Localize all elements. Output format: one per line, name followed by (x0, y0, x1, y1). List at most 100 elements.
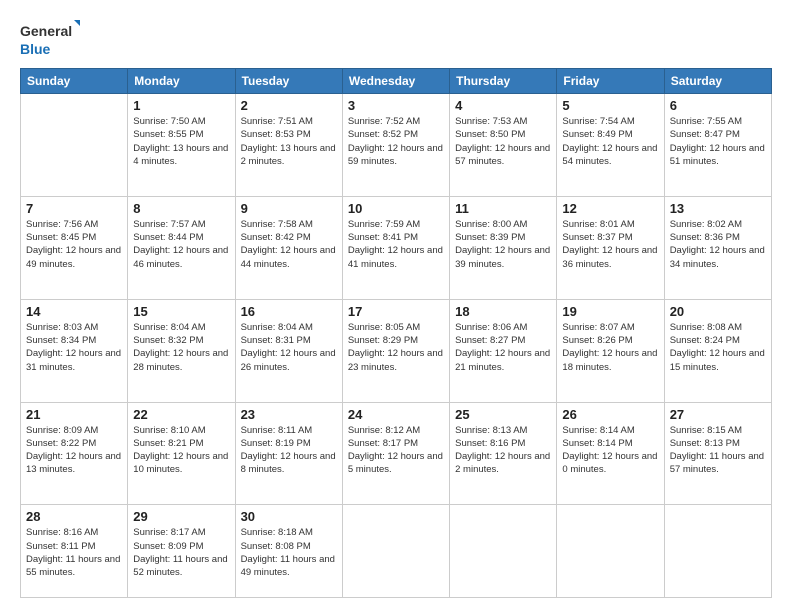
day-info: Sunrise: 8:07 AMSunset: 8:26 PMDaylight:… (562, 321, 658, 374)
day-number: 3 (348, 98, 444, 113)
day-cell (450, 505, 557, 598)
day-number: 20 (670, 304, 766, 319)
day-info: Sunrise: 8:17 AMSunset: 8:09 PMDaylight:… (133, 526, 229, 579)
week-row-1: 1 Sunrise: 7:50 AMSunset: 8:55 PMDaylight… (21, 94, 772, 197)
day-number: 17 (348, 304, 444, 319)
day-number: 22 (133, 407, 229, 422)
day-number: 18 (455, 304, 551, 319)
day-cell: 22 Sunrise: 8:10 AMSunset: 8:21 PMDayligh… (128, 402, 235, 505)
day-number: 27 (670, 407, 766, 422)
day-cell: 10 Sunrise: 7:59 AMSunset: 8:41 PMDayligh… (342, 196, 449, 299)
week-row-5: 28Sunrise: 8:16 AMSunset: 8:11 PMDayligh… (21, 505, 772, 598)
day-number: 8 (133, 201, 229, 216)
day-cell: 30 Sunrise: 8:18 AMSunset: 8:08 PMDayligh… (235, 505, 342, 598)
logo-svg: General Blue (20, 18, 80, 60)
weekday-header-tuesday: Tuesday (235, 69, 342, 94)
day-info: Sunrise: 8:01 AMSunset: 8:37 PMDaylight:… (562, 218, 658, 271)
day-number: 11 (455, 201, 551, 216)
day-info: Sunrise: 7:53 AMSunset: 8:50 PMDaylight:… (455, 115, 551, 168)
day-cell: 16 Sunrise: 8:04 AMSunset: 8:31 PMDayligh… (235, 299, 342, 402)
day-cell: 21Sunrise: 8:09 AMSunset: 8:22 PMDayligh… (21, 402, 128, 505)
day-cell: 20 Sunrise: 8:08 AMSunset: 8:24 PMDayligh… (664, 299, 771, 402)
day-info: Sunrise: 7:59 AMSunset: 8:41 PMDaylight:… (348, 218, 444, 271)
day-cell: 19 Sunrise: 8:07 AMSunset: 8:26 PMDayligh… (557, 299, 664, 402)
day-cell: 3 Sunrise: 7:52 AMSunset: 8:52 PMDaylight… (342, 94, 449, 197)
day-info: Sunrise: 8:18 AMSunset: 8:08 PMDaylight:… (241, 526, 337, 579)
day-info: Sunrise: 8:10 AMSunset: 8:21 PMDaylight:… (133, 424, 229, 477)
weekday-header-wednesday: Wednesday (342, 69, 449, 94)
day-number: 1 (133, 98, 229, 113)
day-info: Sunrise: 7:50 AMSunset: 8:55 PMDaylight:… (133, 115, 229, 168)
day-cell: 1 Sunrise: 7:50 AMSunset: 8:55 PMDaylight… (128, 94, 235, 197)
day-cell (342, 505, 449, 598)
day-cell: 13 Sunrise: 8:02 AMSunset: 8:36 PMDayligh… (664, 196, 771, 299)
day-number: 29 (133, 509, 229, 524)
day-cell: 4 Sunrise: 7:53 AMSunset: 8:50 PMDaylight… (450, 94, 557, 197)
day-cell: 9Sunrise: 7:58 AMSunset: 8:42 PMDaylight… (235, 196, 342, 299)
day-cell: 27 Sunrise: 8:15 AMSunset: 8:13 PMDayligh… (664, 402, 771, 505)
logo: General Blue (20, 18, 80, 60)
day-info: Sunrise: 8:13 AMSunset: 8:16 PMDaylight:… (455, 424, 551, 477)
day-cell: 26 Sunrise: 8:14 AMSunset: 8:14 PMDayligh… (557, 402, 664, 505)
day-info: Sunrise: 7:58 AMSunset: 8:42 PMDaylight:… (241, 218, 337, 271)
day-number: 14 (26, 304, 122, 319)
day-number: 4 (455, 98, 551, 113)
day-cell: 8Sunrise: 7:57 AMSunset: 8:44 PMDaylight… (128, 196, 235, 299)
week-row-3: 14 Sunrise: 8:03 AMSunset: 8:34 PMDayligh… (21, 299, 772, 402)
weekday-header-row: SundayMondayTuesdayWednesdayThursdayFrid… (21, 69, 772, 94)
day-info: Sunrise: 8:09 AMSunset: 8:22 PMDaylight:… (26, 424, 122, 477)
day-info: Sunrise: 8:06 AMSunset: 8:27 PMDaylight:… (455, 321, 551, 374)
day-cell: 5 Sunrise: 7:54 AMSunset: 8:49 PMDaylight… (557, 94, 664, 197)
day-info: Sunrise: 8:12 AMSunset: 8:17 PMDaylight:… (348, 424, 444, 477)
day-cell: 11 Sunrise: 8:00 AMSunset: 8:39 PMDayligh… (450, 196, 557, 299)
day-number: 30 (241, 509, 337, 524)
weekday-header-monday: Monday (128, 69, 235, 94)
day-info: Sunrise: 7:52 AMSunset: 8:52 PMDaylight:… (348, 115, 444, 168)
day-number: 15 (133, 304, 229, 319)
day-info: Sunrise: 8:03 AMSunset: 8:34 PMDaylight:… (26, 321, 122, 374)
day-number: 2 (241, 98, 337, 113)
day-info: Sunrise: 7:51 AMSunset: 8:53 PMDaylight:… (241, 115, 337, 168)
day-cell: 12 Sunrise: 8:01 AMSunset: 8:37 PMDayligh… (557, 196, 664, 299)
day-number: 16 (241, 304, 337, 319)
day-cell: 14 Sunrise: 8:03 AMSunset: 8:34 PMDayligh… (21, 299, 128, 402)
day-cell: 18 Sunrise: 8:06 AMSunset: 8:27 PMDayligh… (450, 299, 557, 402)
day-number: 19 (562, 304, 658, 319)
week-row-4: 21Sunrise: 8:09 AMSunset: 8:22 PMDayligh… (21, 402, 772, 505)
day-number: 25 (455, 407, 551, 422)
day-cell: 28Sunrise: 8:16 AMSunset: 8:11 PMDayligh… (21, 505, 128, 598)
day-number: 23 (241, 407, 337, 422)
day-number: 5 (562, 98, 658, 113)
calendar: SundayMondayTuesdayWednesdayThursdayFrid… (20, 68, 772, 598)
day-cell (21, 94, 128, 197)
day-cell: 15 Sunrise: 8:04 AMSunset: 8:32 PMDayligh… (128, 299, 235, 402)
day-number: 24 (348, 407, 444, 422)
day-info: Sunrise: 7:55 AMSunset: 8:47 PMDaylight:… (670, 115, 766, 168)
day-info: Sunrise: 8:04 AMSunset: 8:32 PMDaylight:… (133, 321, 229, 374)
day-info: Sunrise: 7:56 AMSunset: 8:45 PMDaylight:… (26, 218, 122, 271)
day-info: Sunrise: 8:08 AMSunset: 8:24 PMDaylight:… (670, 321, 766, 374)
day-info: Sunrise: 8:16 AMSunset: 8:11 PMDaylight:… (26, 526, 122, 579)
day-info: Sunrise: 8:15 AMSunset: 8:13 PMDaylight:… (670, 424, 766, 477)
day-info: Sunrise: 8:11 AMSunset: 8:19 PMDaylight:… (241, 424, 337, 477)
day-info: Sunrise: 8:00 AMSunset: 8:39 PMDaylight:… (455, 218, 551, 271)
svg-text:General: General (20, 23, 72, 39)
header: General Blue (20, 18, 772, 60)
day-cell (664, 505, 771, 598)
day-info: Sunrise: 8:02 AMSunset: 8:36 PMDaylight:… (670, 218, 766, 271)
day-number: 10 (348, 201, 444, 216)
day-cell: 29 Sunrise: 8:17 AMSunset: 8:09 PMDayligh… (128, 505, 235, 598)
day-info: Sunrise: 8:04 AMSunset: 8:31 PMDaylight:… (241, 321, 337, 374)
day-cell: 7 Sunrise: 7:56 AMSunset: 8:45 PMDaylight… (21, 196, 128, 299)
day-cell: 6 Sunrise: 7:55 AMSunset: 8:47 PMDaylight… (664, 94, 771, 197)
day-number: 7 (26, 201, 122, 216)
day-info: Sunrise: 7:54 AMSunset: 8:49 PMDaylight:… (562, 115, 658, 168)
day-info: Sunrise: 8:14 AMSunset: 8:14 PMDaylight:… (562, 424, 658, 477)
day-number: 6 (670, 98, 766, 113)
day-number: 26 (562, 407, 658, 422)
day-cell: 25 Sunrise: 8:13 AMSunset: 8:16 PMDayligh… (450, 402, 557, 505)
weekday-header-thursday: Thursday (450, 69, 557, 94)
day-number: 12 (562, 201, 658, 216)
day-number: 13 (670, 201, 766, 216)
day-cell (557, 505, 664, 598)
